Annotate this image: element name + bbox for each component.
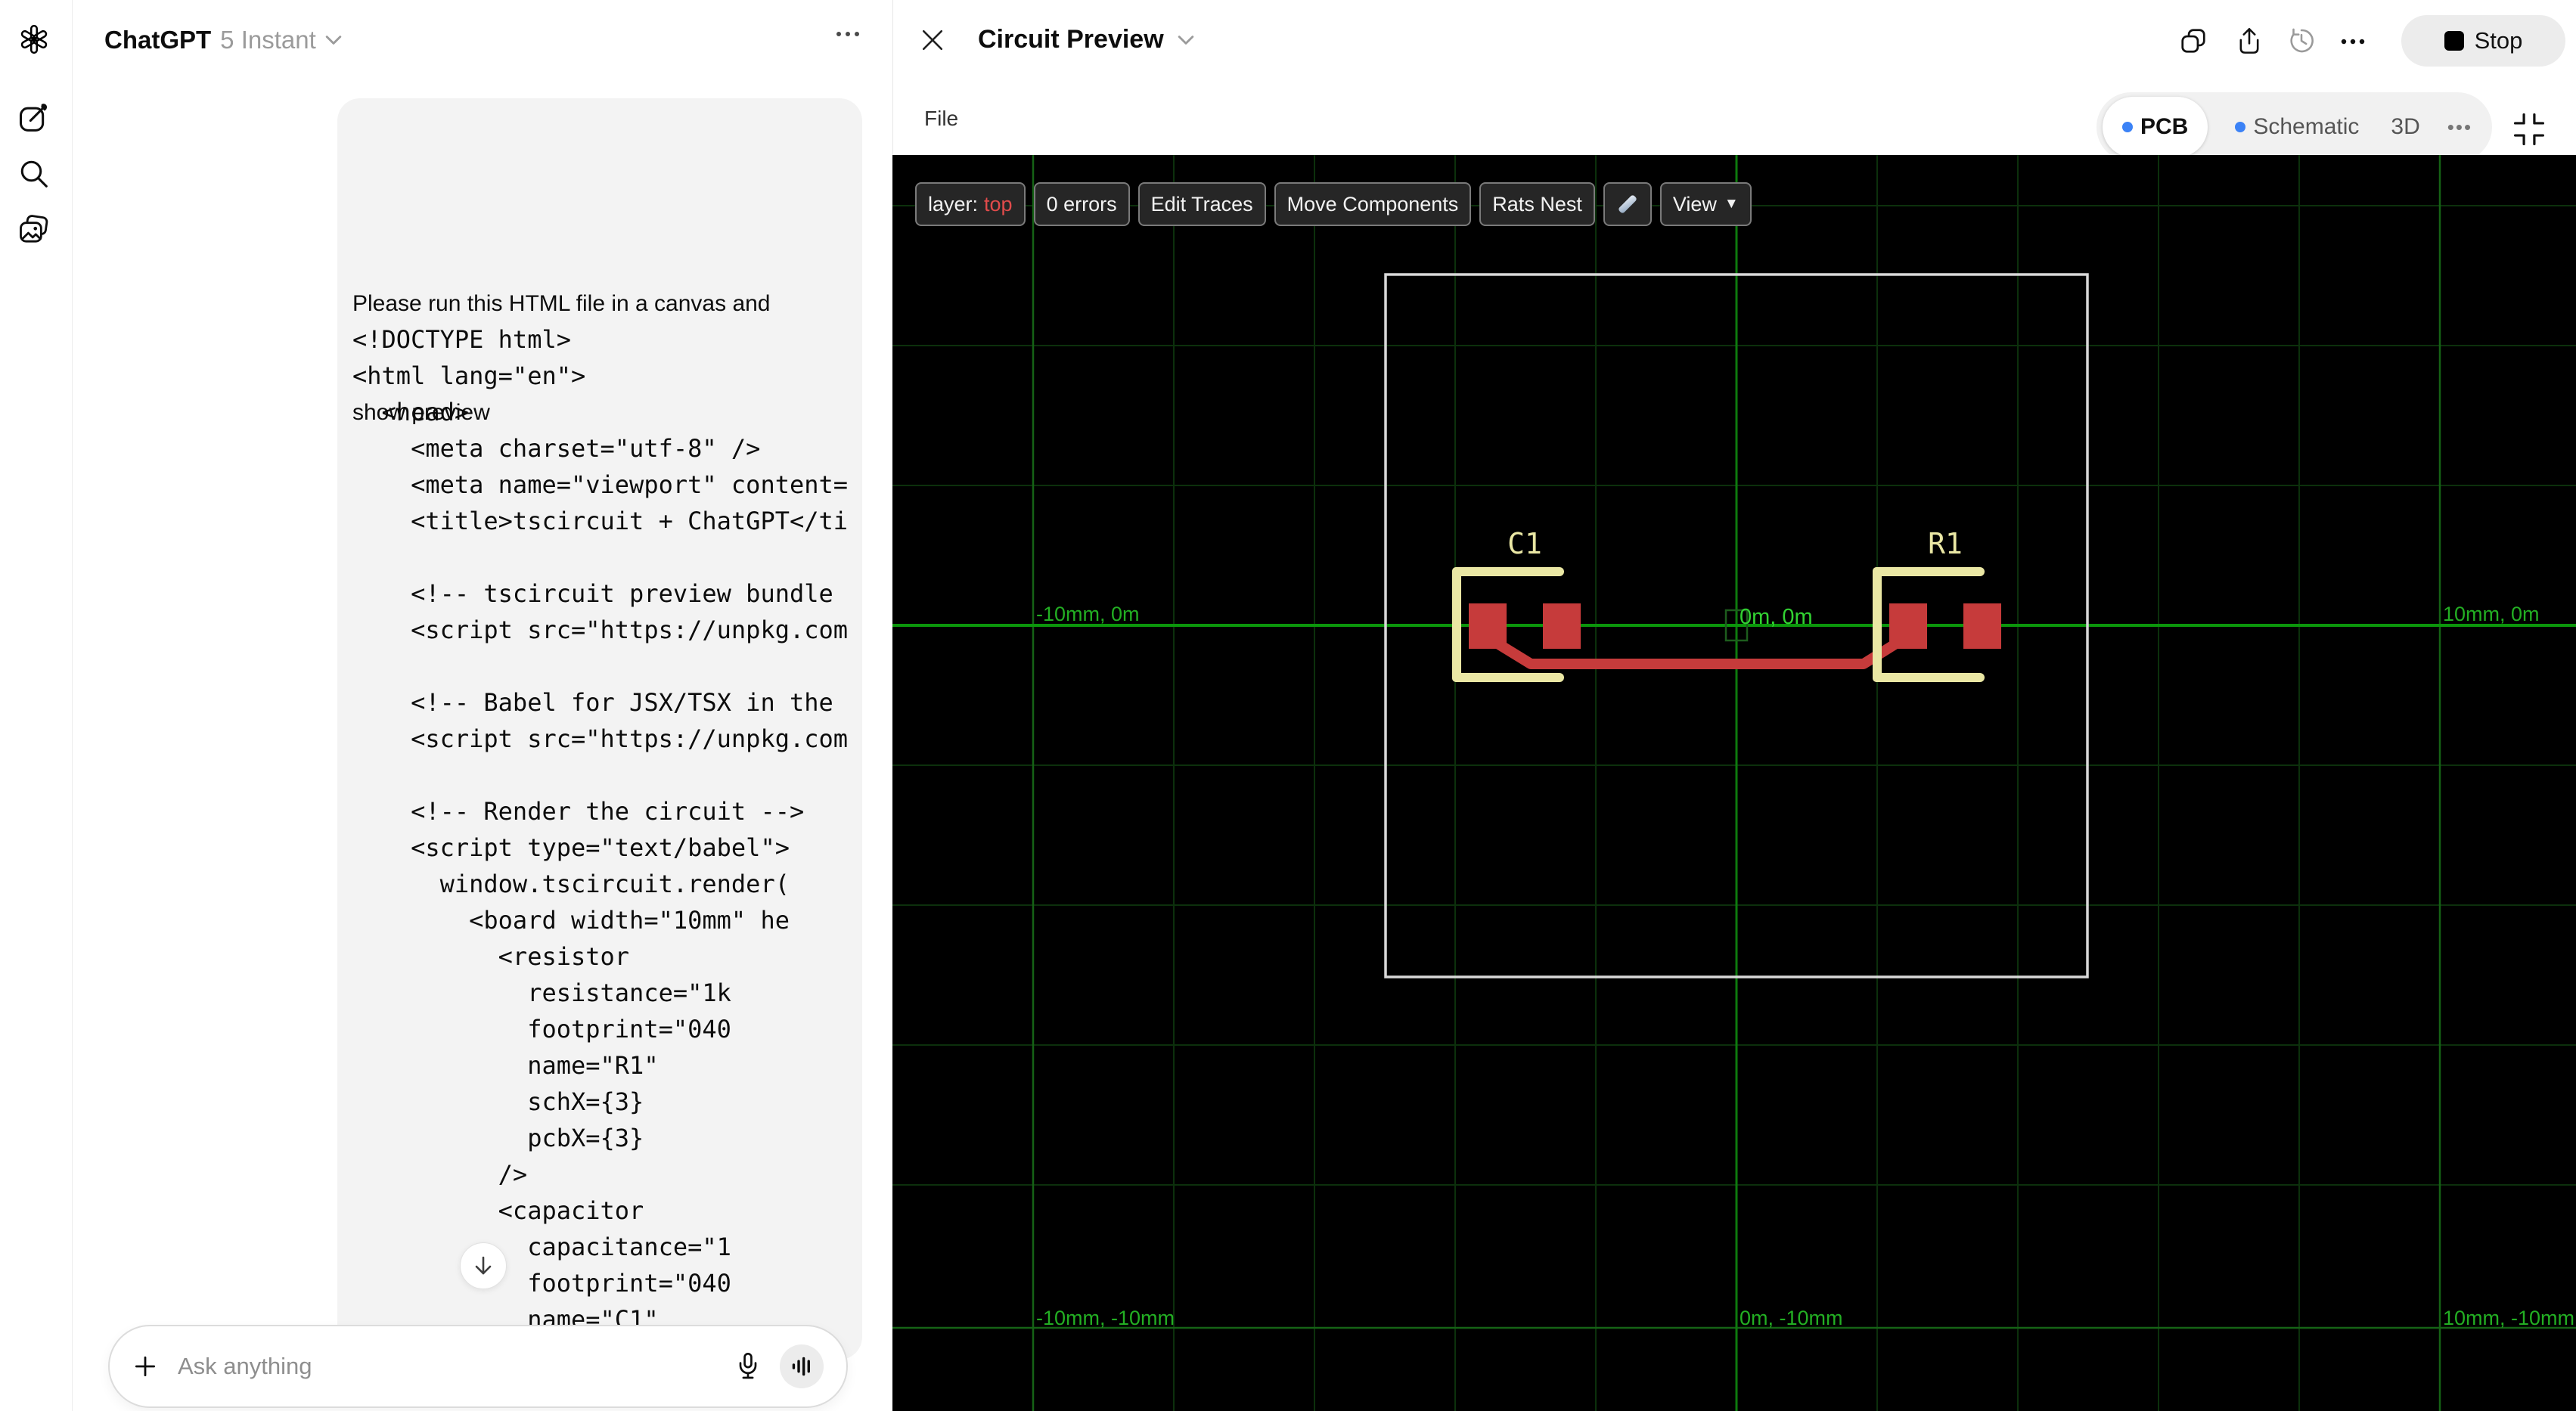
conversation-menu-icon[interactable] [833, 29, 863, 39]
chevron-down-icon [325, 35, 342, 45]
code-line: window.tscircuit.render( [352, 870, 790, 898]
code-line: <!-- Babel for JSX/TSX in the [352, 688, 833, 717]
code-line: <capacitor [352, 1196, 644, 1225]
component-r1[interactable]: R1 [1873, 527, 2001, 682]
canvas-panel-header: Circuit Preview Stop File PCB Schematic … [893, 0, 2576, 162]
code-line: <!-- Render the circuit --> [352, 797, 805, 826]
code-line: <script type="text/babel"> [352, 833, 790, 862]
move-components-button[interactable]: Move Components [1274, 182, 1472, 226]
file-menu[interactable]: File [924, 107, 958, 131]
chat-panel: ChatGPT 5 Instant Please run this HTML f… [73, 0, 893, 1411]
share-icon[interactable] [2235, 26, 2264, 55]
layer-button[interactable]: layer: top [915, 182, 1026, 226]
library-icon[interactable] [18, 214, 50, 246]
copy-icon[interactable] [2179, 26, 2208, 55]
pencil-icon [1619, 195, 1637, 213]
c1-label: C1 [1507, 527, 1542, 560]
code-line: footprint="040 [352, 1269, 731, 1298]
exit-fullscreen-icon[interactable] [2512, 112, 2547, 147]
close-canvas-icon[interactable] [921, 29, 944, 51]
code-line: <meta charset="utf-8" /> [352, 434, 761, 463]
dropdown-arrow-icon: ▼ [1724, 196, 1739, 212]
code-line: <title>tscircuit + ChatGPT</ti [352, 507, 849, 535]
view-tabs: PCB Schematic 3D ••• [2096, 92, 2493, 162]
code-block: <!DOCTYPE html> <html lang="en"> <head> <… [352, 321, 848, 1360]
r1-pad-2[interactable] [1963, 603, 2001, 649]
canvas-title-dropdown[interactable]: Circuit Preview [978, 25, 1194, 54]
code-line: <meta name="viewport" content= [352, 470, 849, 499]
chat-header: ChatGPT 5 Instant [73, 0, 892, 79]
r1-pad-1[interactable] [1889, 603, 1927, 649]
openai-logo-icon[interactable] [18, 23, 50, 55]
r1-label: R1 [1928, 527, 1963, 560]
code-line: <!-- tscircuit preview bundle [352, 579, 833, 608]
view-button[interactable]: View ▼ [1659, 182, 1752, 226]
canvas-menu-icon[interactable] [2338, 36, 2368, 47]
pcb-toolbar: layer: top 0 errors Edit Traces Move Comp… [915, 182, 1752, 226]
tabs-more-icon[interactable]: ••• [2447, 116, 2472, 139]
errors-button[interactable]: 0 errors [1033, 182, 1130, 226]
app-title: ChatGPT [104, 26, 212, 54]
code-line: <html lang="en"> [352, 361, 586, 390]
grid-label-left-mid: -10mm, 0m [1036, 603, 1140, 625]
code-line: resistance="1k [352, 978, 731, 1007]
new-chat-icon[interactable] [18, 102, 50, 134]
code-line: capacitance="1 [352, 1233, 731, 1261]
scroll-to-bottom-button[interactable] [460, 1242, 507, 1289]
tab-3d[interactable]: 3D [2386, 114, 2424, 140]
grid-label-bottom-right: 10mm, -10mm [2443, 1307, 2574, 1329]
edit-pencil-button[interactable] [1603, 182, 1652, 226]
schematic-status-dot [2235, 122, 2246, 132]
rats-nest-button[interactable]: Rats Nest [1479, 182, 1595, 226]
code-line: <resistor [352, 942, 630, 971]
pcb-canvas[interactable]: C1 R1 0m, 0m -10mm, 0m 10mm, 0m -10mm, -… [892, 155, 2576, 1411]
waveform-icon [792, 1357, 810, 1376]
composer-input[interactable]: Ask anything [178, 1353, 733, 1380]
code-line: <script src="https://unpkg.com [352, 724, 849, 753]
code-line: <!DOCTYPE html> [352, 325, 571, 354]
code-line: name="R1" [352, 1051, 659, 1080]
code-line: pcbX={3} [352, 1124, 644, 1152]
code-line: /> [352, 1160, 528, 1189]
chevron-down-icon [1178, 35, 1194, 45]
composer[interactable]: Ask anything [108, 1325, 848, 1408]
edit-traces-button[interactable]: Edit Traces [1137, 182, 1266, 226]
grid-label-right-mid: 10mm, 0m [2443, 603, 2540, 625]
history-icon[interactable] [2287, 26, 2316, 55]
canvas-title: Circuit Preview [978, 25, 1164, 54]
code-line: <head> [352, 398, 470, 426]
pcb-drawing: C1 R1 0m, 0m -10mm, 0m 10mm, 0m -10mm, -… [892, 155, 2576, 1411]
origin-coordinate-label: 0m, 0m [1740, 605, 1813, 629]
plus-icon[interactable] [132, 1354, 158, 1379]
user-message-bubble: Please run this HTML file in a canvas an… [337, 98, 862, 1360]
icon-rail [0, 0, 73, 1411]
dictate-mic-icon[interactable] [733, 1351, 763, 1382]
code-line: <script src="https://unpkg.com [352, 616, 849, 644]
code-line: footprint="040 [352, 1015, 731, 1044]
layer-value: top [984, 192, 1013, 216]
stop-button[interactable]: Stop [2401, 15, 2565, 67]
model-switcher[interactable]: ChatGPT 5 Instant [104, 26, 342, 54]
tab-schematic[interactable]: Schematic [2230, 114, 2363, 140]
grid-label-bottom-left: -10mm, -10mm [1036, 1307, 1175, 1329]
c1-pad-1[interactable] [1469, 603, 1507, 649]
code-line: schX={3} [352, 1087, 644, 1116]
stop-square-icon [2444, 31, 2464, 51]
stop-label: Stop [2474, 27, 2523, 54]
code-line: <board width="10mm" he [352, 906, 790, 935]
search-icon[interactable] [18, 158, 50, 190]
model-name: 5 Instant [220, 26, 316, 54]
c1-pad-2[interactable] [1543, 603, 1581, 649]
pcb-status-dot [2122, 122, 2133, 132]
voice-mode-button[interactable] [780, 1344, 824, 1388]
grid-label-bottom-mid: 0m, -10mm [1740, 1307, 1843, 1329]
arrow-down-icon [475, 1256, 492, 1275]
tab-pcb[interactable]: PCB [2103, 97, 2208, 157]
